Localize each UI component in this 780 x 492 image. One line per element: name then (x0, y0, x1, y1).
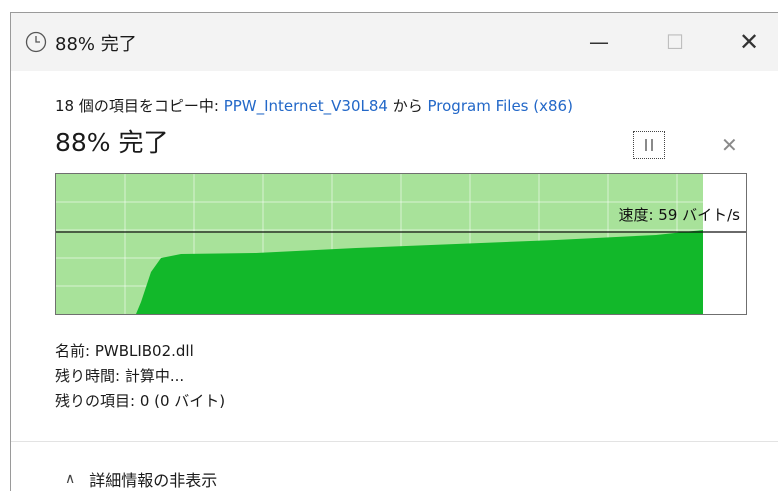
details-label: 詳細情報の非表示 (89, 471, 218, 490)
cancel-copy-button[interactable]: ✕ (721, 133, 738, 157)
close-icon: ✕ (738, 28, 760, 56)
maximize-icon: ☐ (666, 30, 684, 54)
divider (11, 441, 778, 442)
title-bar[interactable]: 88% 完了 — ☐ ✕ (11, 13, 778, 71)
transfer-speed-graph: 速度: 59 バイト/s (55, 173, 747, 315)
minimize-button[interactable]: — (569, 13, 629, 71)
copy-middle: から (387, 97, 428, 115)
copy-progress-window: 88% 完了 — ☐ ✕ 18 個の項目をコピー中: PPW_Internet_… (10, 12, 778, 492)
chevron-up-icon: ∧ (65, 471, 76, 487)
dialog-content: 18 個の項目をコピー中: PPW_Internet_V30L84 から Pro… (11, 71, 778, 492)
file-name: 名前: PWBLIB02.dll (55, 342, 194, 360)
destination-link[interactable]: Program Files (x86) (428, 97, 573, 115)
percent-complete: 88% 完了 (55, 128, 169, 157)
clock-icon (25, 31, 47, 53)
copy-prefix: 18 個の項目をコピー中: (55, 97, 224, 115)
items-remaining: 残りの項目: 0 (0 バイト) (55, 392, 226, 410)
minimize-icon: — (589, 30, 609, 54)
time-remaining: 残り時間: 計算中... (55, 367, 185, 385)
speed-chart (56, 174, 746, 314)
close-button[interactable]: ✕ (719, 13, 779, 71)
maximize-button[interactable]: ☐ (645, 13, 705, 71)
hide-details-button[interactable]: ∧ 詳細情報の非表示 (65, 467, 217, 491)
window-title: 88% 完了 (55, 34, 137, 55)
source-link[interactable]: PPW_Internet_V30L84 (224, 97, 388, 115)
speed-label: 速度: 59 バイト/s (618, 206, 740, 224)
pause-button[interactable] (633, 131, 665, 159)
file-info: 名前: PWBLIB02.dll 残り時間: 計算中... 残りの項目: 0 (… (55, 339, 225, 414)
pause-icon (643, 139, 655, 151)
copy-description: 18 個の項目をコピー中: PPW_Internet_V30L84 から Pro… (55, 95, 573, 116)
